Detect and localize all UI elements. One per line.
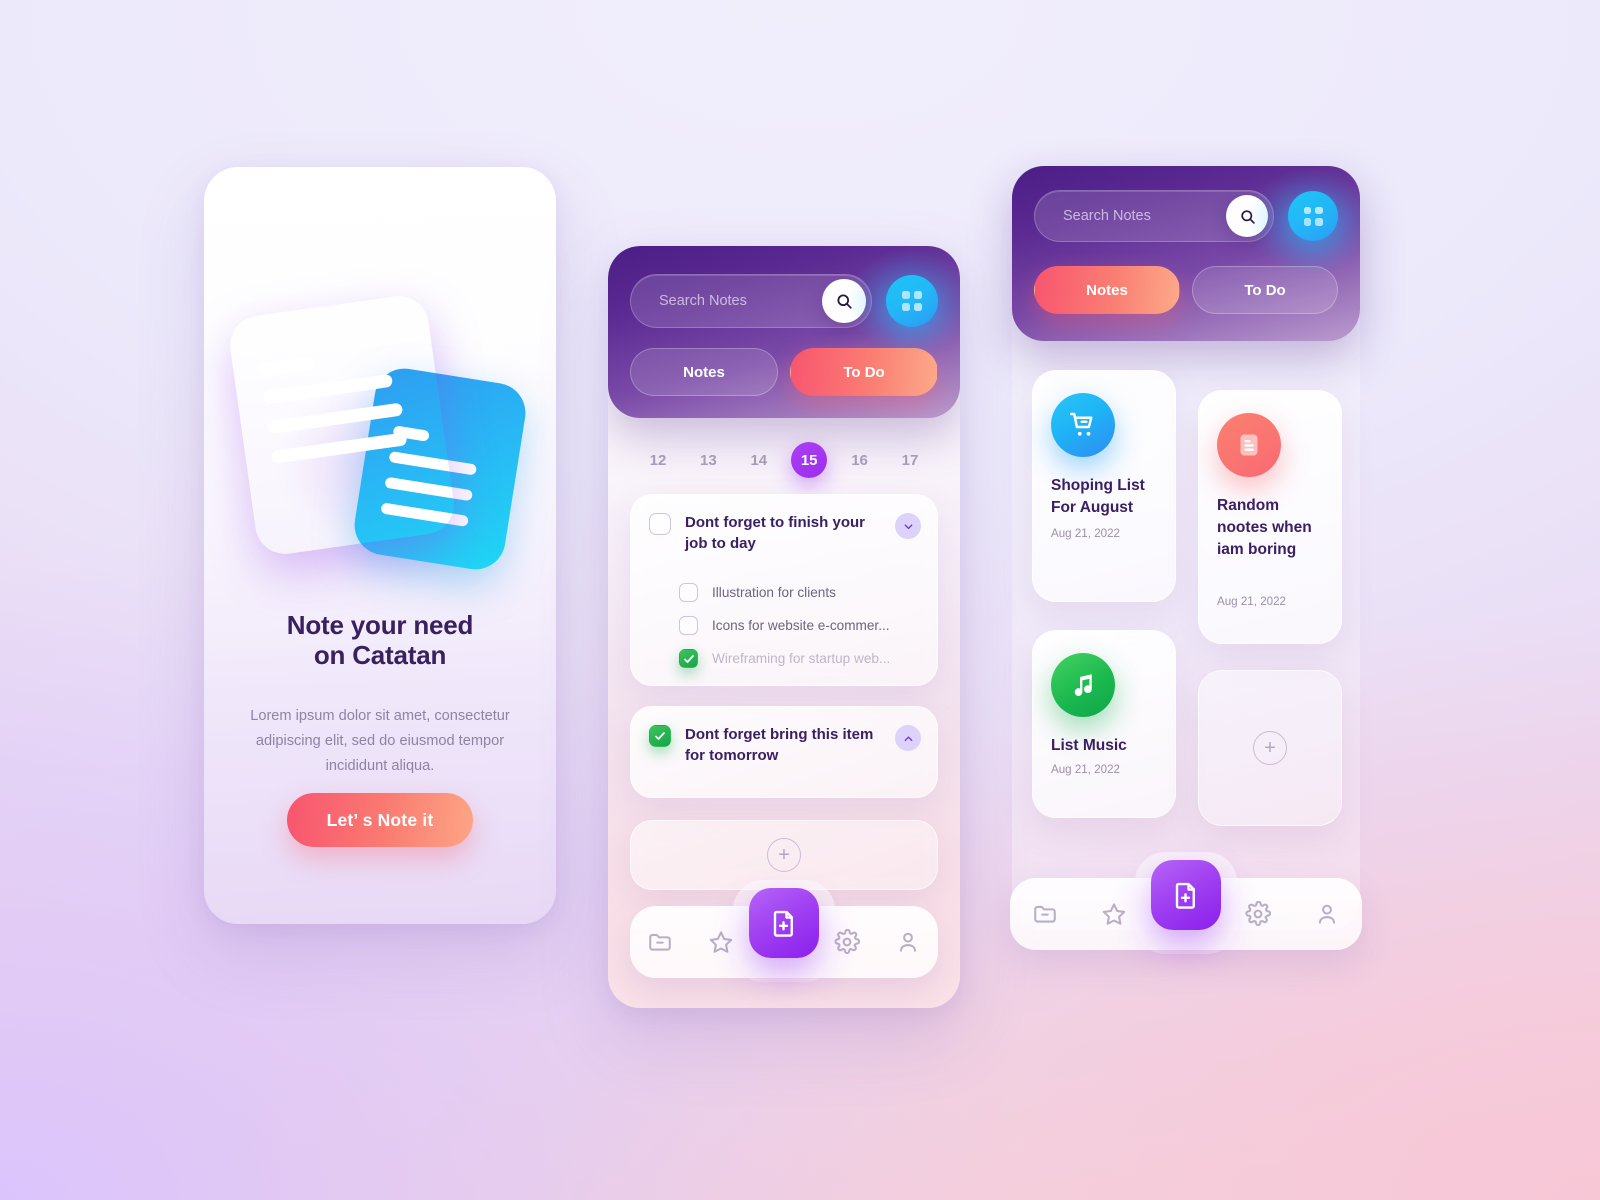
- page-title: Note your need on Catatan: [204, 610, 556, 671]
- todo-tabs: Notes To Do: [630, 348, 938, 396]
- star-icon[interactable]: [1101, 901, 1127, 927]
- document-lines-icon: [1217, 413, 1281, 477]
- task-title: Dont forget to finish your job to day: [685, 514, 865, 552]
- user-icon[interactable]: [895, 929, 921, 955]
- subtask-item[interactable]: Icons for website e-commer...: [679, 616, 921, 635]
- todo-header: Search Notes Notes To Do: [608, 246, 960, 418]
- search-row: Search Notes: [1034, 190, 1338, 242]
- search-input[interactable]: Search Notes: [1034, 190, 1274, 242]
- page-title-line2: on Catatan: [313, 640, 447, 671]
- mockup-stage: Note your need on Catatan Lorem ipsum do…: [0, 0, 1600, 1200]
- nav-slot-profile: [1293, 901, 1362, 927]
- note-title: Random nootes when iam boring: [1217, 497, 1312, 558]
- onboarding-screen: Note your need on Catatan Lorem ipsum do…: [204, 167, 556, 924]
- note-illustration: [204, 287, 556, 577]
- lets-note-it-button[interactable]: Let’ s Note it: [287, 793, 473, 847]
- search-input[interactable]: Search Notes: [630, 274, 872, 328]
- subtask-label: Wireframing for startup web...: [712, 651, 891, 666]
- subtask-label: Icons for website e-commer...: [712, 618, 890, 633]
- shopping-cart-icon: [1051, 393, 1115, 457]
- subtask-item[interactable]: Wireframing for startup web...: [679, 649, 921, 668]
- grid-view-button[interactable]: [1288, 191, 1338, 241]
- date-13[interactable]: 13: [690, 442, 726, 478]
- search-row: Search Notes: [630, 274, 938, 328]
- subtask-checkbox[interactable]: [679, 616, 698, 635]
- note-card[interactable]: List Music Aug 21, 2022: [1032, 630, 1176, 818]
- search-icon: [837, 294, 852, 309]
- task-header: Dont forget to finish your job to day: [649, 513, 919, 554]
- note-date: Aug 21, 2022: [1051, 763, 1120, 776]
- purple-note-document-icon: [226, 292, 457, 557]
- tab-todo[interactable]: To Do: [1192, 266, 1338, 314]
- create-note-fab[interactable]: [749, 888, 819, 958]
- tab-notes[interactable]: Notes: [630, 348, 778, 396]
- note-title: List Music: [1051, 737, 1127, 754]
- folder-minus-icon[interactable]: [1032, 901, 1058, 927]
- tab-notes[interactable]: Notes: [1034, 266, 1180, 314]
- grid-view-button[interactable]: [886, 275, 938, 327]
- notes-tabs: Notes To Do: [1034, 266, 1338, 314]
- create-note-fab[interactable]: [1151, 860, 1221, 930]
- task-checkbox-checked[interactable]: [649, 725, 671, 747]
- note-card[interactable]: Random nootes when iam boring Aug 21, 20…: [1198, 390, 1342, 644]
- date-16[interactable]: 16: [842, 442, 878, 478]
- grid-view-icon: [902, 291, 922, 311]
- gear-icon[interactable]: [834, 929, 861, 955]
- search-icon: [1240, 209, 1255, 224]
- nav-slot-profile: [878, 929, 938, 955]
- subtask-label: Illustration for clients: [712, 585, 836, 600]
- page-title-line1: Note your need: [286, 610, 474, 640]
- task-collapse-toggle[interactable]: [895, 725, 921, 751]
- bottom-nav: [630, 880, 938, 984]
- date-15-selected[interactable]: 15: [791, 442, 828, 478]
- date-14[interactable]: 14: [741, 442, 777, 478]
- chevron-down-icon: [904, 523, 912, 529]
- chevron-up-icon: [904, 735, 912, 741]
- note-date: Aug 21, 2022: [1051, 527, 1120, 540]
- nav-slot-folder: [1010, 901, 1079, 927]
- search-placeholder: Search Notes: [659, 293, 747, 309]
- plus-circle-icon[interactable]: +: [1253, 731, 1287, 765]
- check-icon: [683, 654, 694, 663]
- date-12[interactable]: 12: [640, 442, 676, 478]
- tab-todo[interactable]: To Do: [790, 348, 938, 396]
- user-icon[interactable]: [1314, 901, 1340, 927]
- search-button[interactable]: [1226, 195, 1268, 237]
- subtask-checkbox[interactable]: [679, 583, 698, 602]
- date-17[interactable]: 17: [892, 442, 928, 478]
- grid-view-icon: [1303, 206, 1323, 226]
- task-checkbox[interactable]: [649, 513, 671, 535]
- task-collapse-toggle[interactable]: [895, 513, 921, 539]
- gear-icon[interactable]: [1245, 901, 1272, 927]
- file-plus-icon: [773, 910, 793, 937]
- notes-screen: Search Notes Notes To Do Shoping List Fo…: [1010, 166, 1362, 954]
- check-icon: [655, 732, 665, 740]
- date-strip: 12 13 14 15 16 17: [630, 438, 938, 482]
- note-date: Aug 21, 2022: [1217, 595, 1286, 608]
- task-header: Dont forget bring this item for tomorrow: [649, 725, 919, 766]
- add-note-card[interactable]: +: [1198, 670, 1342, 826]
- bottom-nav: [1010, 852, 1362, 956]
- task-card: Dont forget bring this item for tomorrow: [630, 706, 938, 798]
- subtask-checkbox-checked[interactable]: [679, 649, 698, 668]
- file-plus-icon: [1175, 882, 1195, 909]
- todo-screen: Search Notes Notes To Do 12 13 14 15 16 …: [608, 246, 960, 1008]
- plus-circle-icon[interactable]: +: [767, 838, 801, 872]
- task-card: Dont forget to finish your job to day Il…: [630, 494, 938, 686]
- search-button[interactable]: [822, 279, 866, 323]
- nav-slot-folder: [630, 929, 690, 955]
- notes-header: Search Notes Notes To Do: [1012, 166, 1360, 341]
- note-title: Shoping List For August: [1051, 477, 1145, 516]
- task-title: Dont forget bring this item for tomorrow: [685, 726, 874, 764]
- subtask-item[interactable]: Illustration for clients: [679, 583, 921, 602]
- folder-minus-icon[interactable]: [647, 929, 673, 955]
- star-icon[interactable]: [708, 929, 734, 955]
- page-subtitle: Lorem ipsum dolor sit amet, consectetur …: [250, 708, 510, 775]
- search-placeholder: Search Notes: [1063, 208, 1151, 224]
- music-note-icon: [1051, 653, 1115, 717]
- note-card[interactable]: Shoping List For August Aug 21, 2022: [1032, 370, 1176, 602]
